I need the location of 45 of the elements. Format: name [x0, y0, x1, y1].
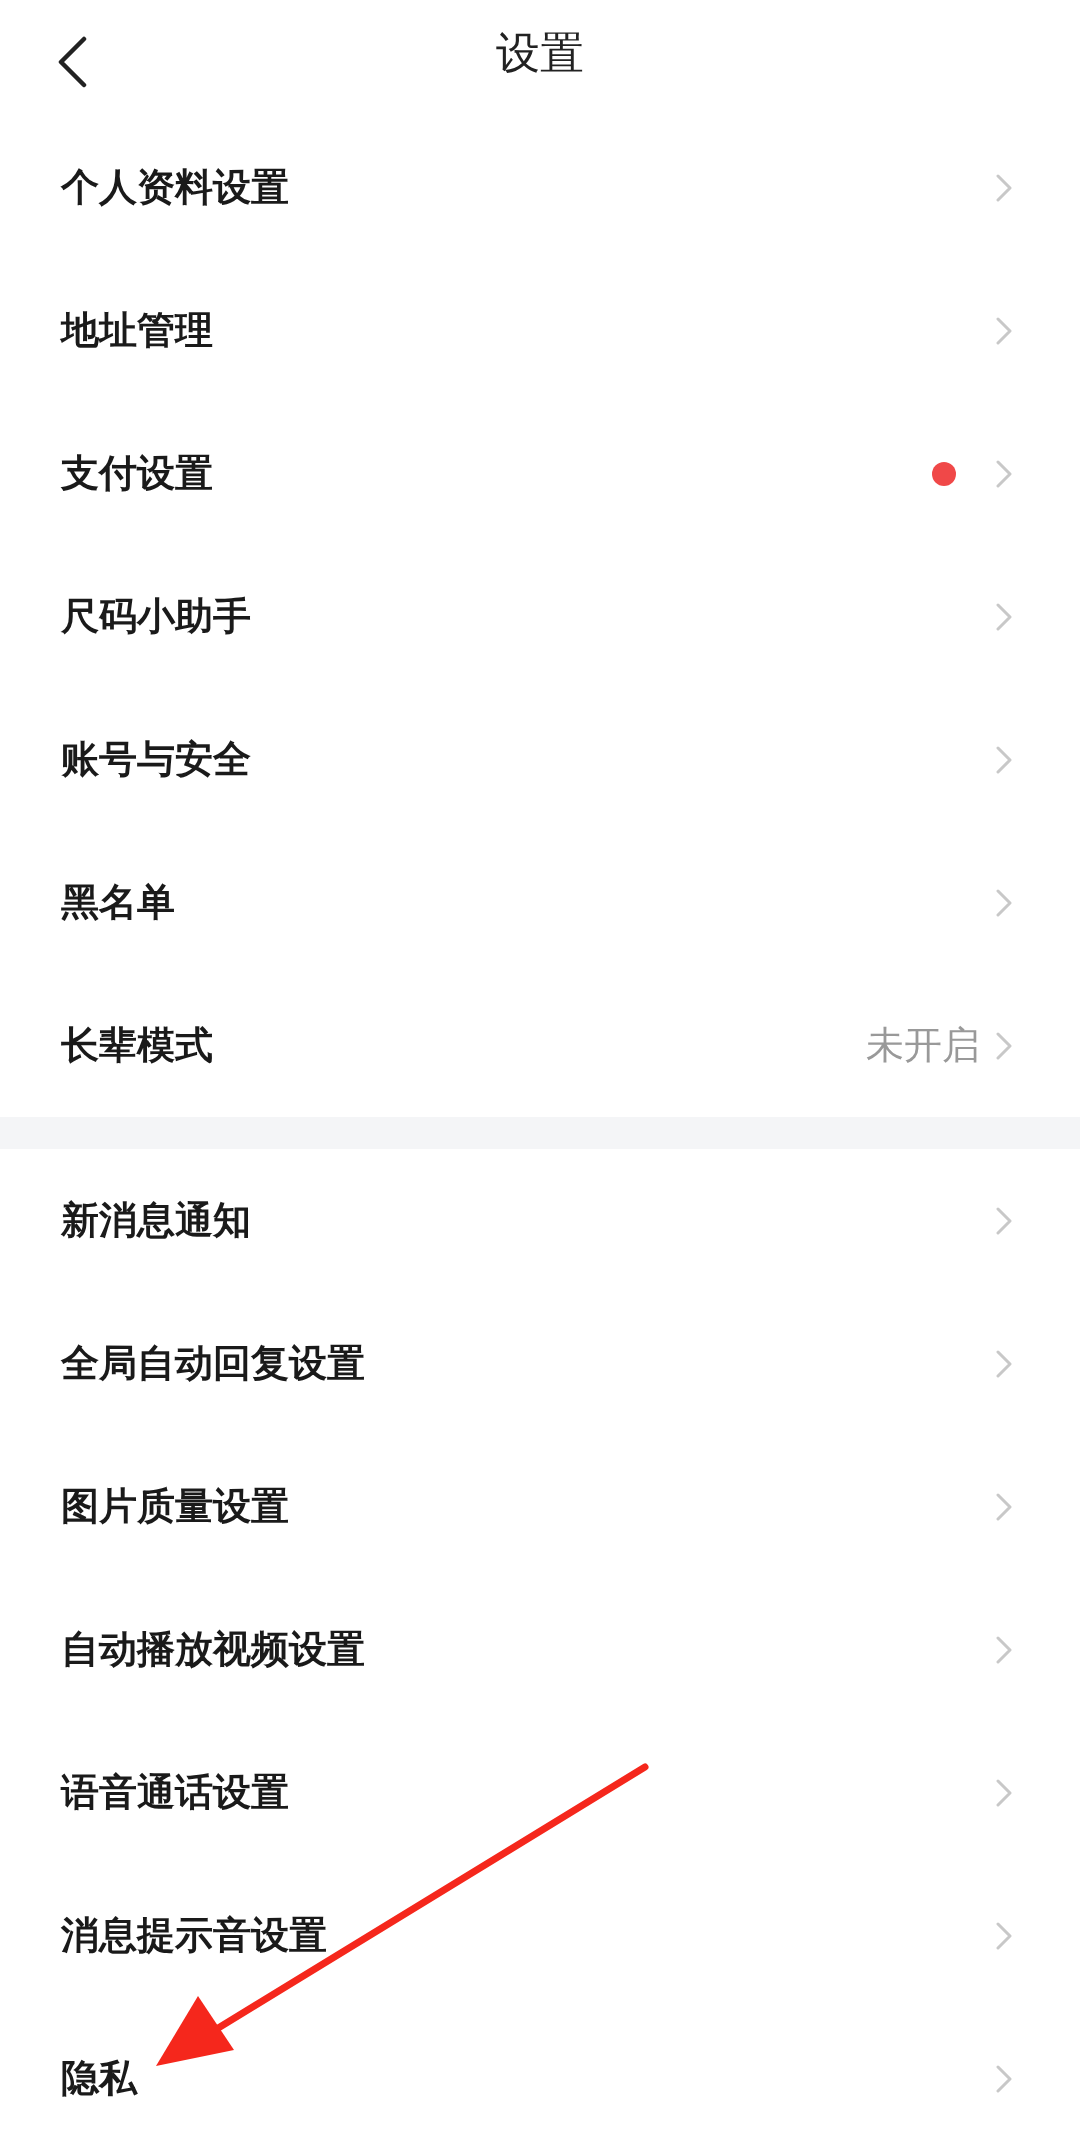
row-label: 个人资料设置 — [61, 164, 290, 211]
row-label: 地址管理 — [61, 307, 214, 354]
chevron-right-icon — [996, 173, 1012, 202]
settings-row[interactable]: 新消息通知 — [0, 1149, 1080, 1292]
row-label: 尺码小助手 — [61, 593, 252, 640]
settings-row[interactable]: 黑名单 — [0, 831, 1080, 974]
chevron-right-icon — [996, 1206, 1012, 1235]
settings-row[interactable]: 账号与安全 — [0, 688, 1080, 831]
row-label: 语音通话设置 — [61, 1769, 290, 1816]
settings-row[interactable]: 隐私 — [0, 2007, 1080, 2150]
row-label: 长辈模式 — [61, 1022, 214, 1069]
settings-row[interactable]: 语音通话设置 — [0, 1721, 1080, 1864]
back-icon[interactable] — [56, 36, 88, 88]
row-value: 未开启 — [866, 1022, 980, 1069]
settings-row[interactable]: 图片质量设置 — [0, 1435, 1080, 1578]
settings-row[interactable]: 消息提示音设置 — [0, 1864, 1080, 2007]
chevron-right-icon — [996, 1031, 1012, 1060]
chevron-right-icon — [996, 459, 1012, 488]
page-title: 设置 — [496, 26, 584, 80]
row-label: 图片质量设置 — [61, 1483, 290, 1530]
settings-row[interactable]: 自动播放视频设置 — [0, 1578, 1080, 1721]
chevron-right-icon — [996, 316, 1012, 345]
settings-row[interactable]: 地址管理 — [0, 259, 1080, 402]
row-label: 黑名单 — [61, 879, 176, 926]
row-label: 账号与安全 — [61, 736, 252, 783]
chevron-right-icon — [996, 1635, 1012, 1664]
chevron-right-icon — [996, 888, 1012, 917]
row-label: 自动播放视频设置 — [61, 1626, 366, 1673]
chevron-right-icon — [996, 1492, 1012, 1521]
row-label: 全局自动回复设置 — [61, 1340, 366, 1387]
settings-row[interactable]: 个人资料设置 — [0, 116, 1080, 259]
chevron-right-icon — [996, 745, 1012, 774]
row-label: 新消息通知 — [61, 1197, 252, 1244]
settings-row[interactable]: 支付设置 — [0, 402, 1080, 545]
settings-row[interactable]: 长辈模式 未开启 — [0, 974, 1080, 1117]
row-label: 消息提示音设置 — [61, 1912, 328, 1959]
row-label: 隐私 — [61, 2055, 139, 2102]
settings-row[interactable]: 全局自动回复设置 — [0, 1292, 1080, 1435]
row-label: 支付设置 — [61, 450, 214, 497]
chevron-right-icon — [996, 1349, 1012, 1378]
settings-row[interactable]: 尺码小助手 — [0, 545, 1080, 688]
chevron-right-icon — [996, 2064, 1012, 2093]
chevron-right-icon — [996, 602, 1012, 631]
chevron-right-icon — [996, 1778, 1012, 1807]
chevron-right-icon — [996, 1921, 1012, 1950]
